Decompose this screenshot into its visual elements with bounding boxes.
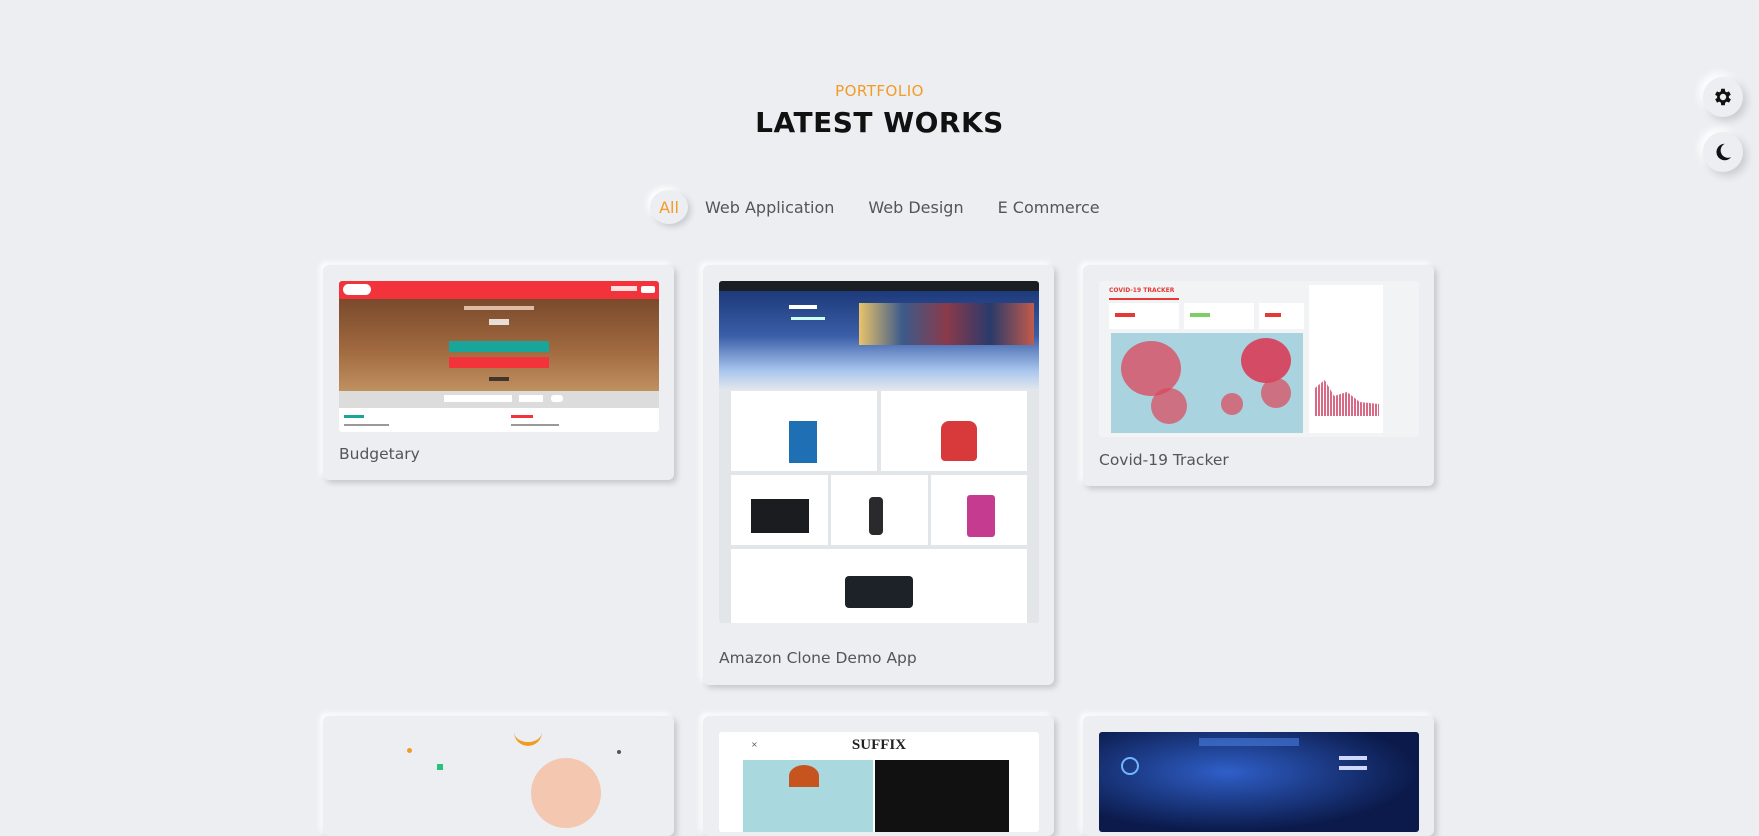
thumb-heading: SUFFIX bbox=[851, 737, 907, 753]
dark-mode-toggle[interactable] bbox=[1703, 132, 1743, 172]
project-card-game-show[interactable] bbox=[1083, 716, 1434, 836]
project-thumbnail bbox=[339, 732, 659, 832]
filter-web-design[interactable]: Web Design bbox=[851, 198, 980, 217]
portfolio-filters: All Web Application Web Design E Commerc… bbox=[650, 190, 1117, 224]
thumb-heading: COVID-19 TRACKER bbox=[1109, 287, 1175, 294]
section-subtitle: PORTFOLIO bbox=[835, 82, 924, 100]
project-card-amazon-clone[interactable]: Amazon Clone Demo App bbox=[703, 265, 1054, 685]
project-card-covid-tracker[interactable]: COVID-19 TRACKER Covid-19 Tracker bbox=[1083, 265, 1434, 486]
project-title: Covid-19 Tracker bbox=[1099, 451, 1229, 469]
project-thumbnail: SUFFIX × bbox=[719, 732, 1039, 832]
project-thumbnail bbox=[1099, 732, 1419, 832]
settings-button[interactable] bbox=[1703, 77, 1743, 117]
gear-icon bbox=[1715, 88, 1731, 106]
project-title: Budgetary bbox=[339, 445, 420, 463]
project-thumbnail bbox=[339, 281, 659, 432]
project-thumbnail: COVID-19 TRACKER bbox=[1099, 281, 1419, 437]
project-card-suffix[interactable]: SUFFIX × bbox=[703, 716, 1054, 836]
project-title: Amazon Clone Demo App bbox=[719, 649, 917, 667]
project-thumbnail bbox=[719, 281, 1039, 623]
filter-all[interactable]: All bbox=[650, 190, 688, 224]
filter-web-application[interactable]: Web Application bbox=[688, 198, 851, 217]
moon-icon bbox=[1716, 143, 1732, 161]
project-card-illustration[interactable] bbox=[323, 716, 674, 836]
filter-e-commerce[interactable]: E Commerce bbox=[981, 198, 1117, 217]
project-card-budgetary[interactable]: Budgetary bbox=[323, 265, 674, 480]
section-title: LATEST WORKS bbox=[755, 106, 1004, 139]
